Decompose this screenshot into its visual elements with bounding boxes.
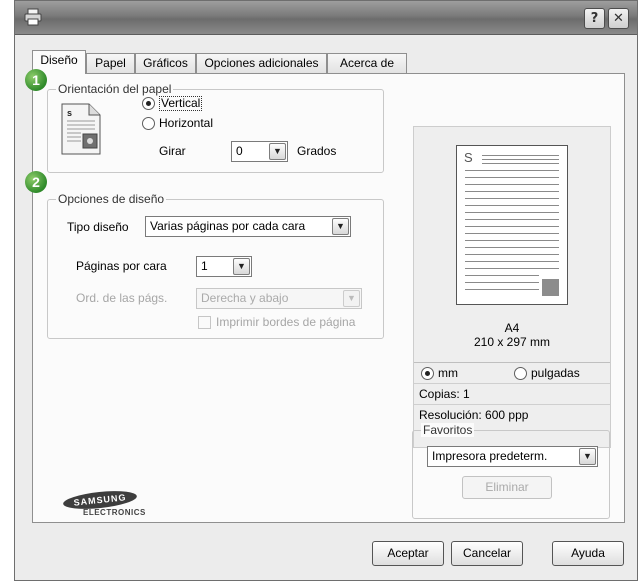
help-title-button[interactable]: ? <box>584 8 605 29</box>
page-preview-sheet: S <box>456 145 568 305</box>
layout-type-label: Tipo diseño <box>67 220 129 234</box>
step-badge-1: 1 <box>25 69 47 91</box>
layout-type-value: Varias páginas por cada cara <box>150 219 306 233</box>
rotate-select[interactable]: 0 ▼ <box>231 141 288 162</box>
rotate-unit-label: Grados <box>297 144 337 158</box>
paper-name: A4 <box>504 321 520 335</box>
help-button[interactable]: Ayuda <box>552 541 624 566</box>
mm-label[interactable]: mm <box>438 363 458 383</box>
inches-radio[interactable] <box>514 367 527 380</box>
tab-graficos[interactable]: Gráficos <box>135 53 196 73</box>
title-bar[interactable]: ? ✕ <box>15 1 637 35</box>
favorites-group: Favoritos Impresora predeterm. ▼ Elimina… <box>412 423 610 519</box>
print-border-checkbox[interactable] <box>198 316 211 329</box>
horizontal-radio[interactable] <box>142 117 155 130</box>
tab-acerca-de[interactable]: Acerca de <box>327 53 407 73</box>
layout-options-group: Opciones de diseño Tipo diseño Varias pá… <box>47 192 384 339</box>
printer-icon <box>24 8 42 26</box>
favorites-select[interactable]: Impresora predeterm. ▼ <box>427 446 598 467</box>
orientation-page-icon: s <box>61 103 101 155</box>
cancel-button[interactable]: Cancelar <box>451 541 523 566</box>
rotate-value: 0 <box>236 144 243 158</box>
chevron-down-icon[interactable]: ▼ <box>269 143 286 160</box>
resolution-info: Resolución: 600 ppp <box>414 404 610 425</box>
copies-info: Copias: 1 <box>414 383 610 404</box>
page-order-value: Derecha y abajo <box>201 291 289 305</box>
samsung-logo: SAMSUNG ELECTRONICS <box>62 488 163 522</box>
pages-per-side-label: Páginas por cara <box>76 259 167 273</box>
horizontal-label[interactable]: Horizontal <box>159 116 213 130</box>
page-preview-panel: S A4 210 x 297 mm mm pulgadas Copias: 1 … <box>413 126 611 448</box>
page-order-select[interactable]: Derecha y abajo ▼ <box>196 288 362 309</box>
pages-per-side-value: 1 <box>201 259 208 273</box>
orientation-group: Orientación del papel s Vertical Horizon… <box>47 82 384 173</box>
chevron-down-icon[interactable]: ▼ <box>579 448 596 465</box>
dialog-client: Diseño Papel Gráficos Opciones adicional… <box>15 36 637 580</box>
chevron-down-icon[interactable]: ▼ <box>233 258 250 275</box>
layout-type-select[interactable]: Varias páginas por cada cara ▼ <box>145 216 351 237</box>
mm-radio[interactable] <box>421 367 434 380</box>
preview-sheet-letter: S <box>464 150 473 165</box>
step-badge-2: 2 <box>25 171 47 193</box>
rotate-label: Girar <box>159 144 186 158</box>
layout-options-group-label: Opciones de diseño <box>56 192 167 206</box>
paper-size: 210 x 297 mm <box>473 335 551 349</box>
svg-text:s: s <box>67 108 72 118</box>
close-button[interactable]: ✕ <box>608 8 629 29</box>
tab-papel[interactable]: Papel <box>86 53 135 73</box>
print-border-label[interactable]: Imprimir bordes de página <box>216 315 355 329</box>
chevron-down-icon[interactable]: ▼ <box>343 290 360 307</box>
units-row: mm pulgadas <box>414 362 610 383</box>
vertical-radio[interactable] <box>142 97 155 110</box>
orientation-group-label: Orientación del papel <box>56 82 174 96</box>
pages-per-side-select[interactable]: 1 ▼ <box>196 256 252 277</box>
vertical-label[interactable]: Vertical <box>159 96 203 111</box>
printer-properties-dialog: ? ✕ Diseño Papel Gráficos Opciones adici… <box>14 0 638 581</box>
samsung-sub: ELECTRONICS <box>83 508 146 517</box>
tab-opciones-adicionales[interactable]: Opciones adicionales <box>196 53 327 73</box>
preview-image-block <box>542 279 559 296</box>
inches-label[interactable]: pulgadas <box>531 363 580 383</box>
chevron-down-icon[interactable]: ▼ <box>332 218 349 235</box>
ok-button[interactable]: Aceptar <box>372 541 444 566</box>
favorites-value: Impresora predeterm. <box>432 449 548 463</box>
delete-favorite-button[interactable]: Eliminar <box>462 476 552 499</box>
page-order-label: Ord. de las págs. <box>76 291 168 305</box>
favorites-group-label: Favoritos <box>421 423 475 437</box>
